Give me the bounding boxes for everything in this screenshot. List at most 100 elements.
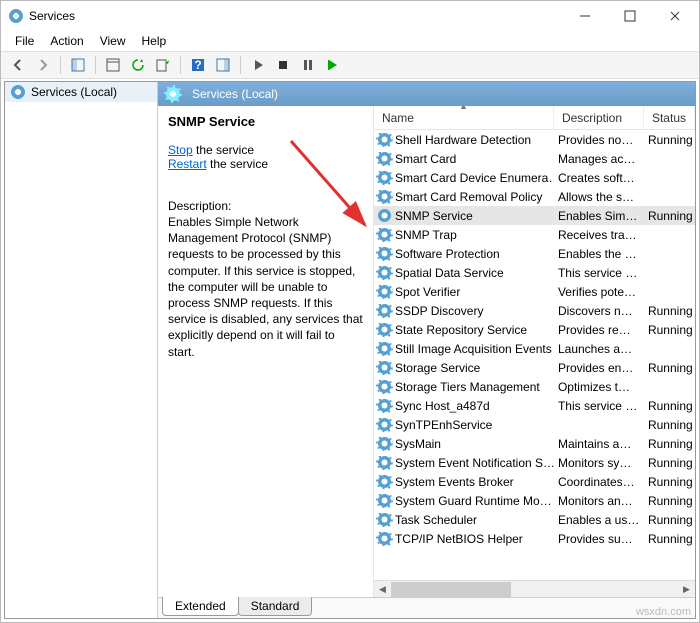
tree-item-label: Services (Local) bbox=[31, 85, 117, 99]
scroll-right-button[interactable]: ▶ bbox=[678, 581, 695, 598]
service-status: Running bbox=[644, 456, 695, 470]
gear-icon bbox=[378, 285, 391, 298]
service-name: Sync Host_a487d bbox=[395, 399, 490, 413]
gear-icon bbox=[378, 342, 391, 355]
help-button[interactable]: ? bbox=[187, 54, 209, 76]
service-name: System Events Broker bbox=[395, 475, 514, 489]
maximize-button[interactable] bbox=[607, 2, 652, 30]
services-grid: Name▲ Description Status Shell Hardware … bbox=[373, 106, 695, 597]
service-row[interactable]: Spatial Data ServiceThis service … bbox=[374, 263, 695, 282]
service-row[interactable]: Storage Tiers ManagementOptimizes t… bbox=[374, 377, 695, 396]
service-row[interactable]: Software Protection Enables the … bbox=[374, 244, 695, 263]
service-row[interactable]: Spot VerifierVerifies pote… bbox=[374, 282, 695, 301]
minimize-button[interactable] bbox=[562, 2, 607, 30]
column-header-status[interactable]: Status bbox=[644, 106, 695, 129]
service-description: Verifies pote… bbox=[554, 285, 644, 299]
service-row[interactable]: SysMainMaintains a…Running bbox=[374, 434, 695, 453]
svg-text:?: ? bbox=[194, 58, 201, 72]
service-row[interactable]: Smart Card Device Enumera…Creates soft… bbox=[374, 168, 695, 187]
restart-service-link[interactable]: Restart bbox=[168, 157, 207, 171]
details-header: Services (Local) bbox=[158, 82, 695, 106]
service-status: Running bbox=[644, 513, 695, 527]
service-row[interactable]: SSDP DiscoveryDiscovers n…Running bbox=[374, 301, 695, 320]
service-row[interactable]: Smart CardManages ac… bbox=[374, 149, 695, 168]
service-row[interactable]: System Events Broker Coordinates…Running bbox=[374, 472, 695, 491]
description-text: Enables Simple Network Management Protoc… bbox=[168, 214, 363, 360]
service-description: Optimizes t… bbox=[554, 380, 644, 394]
service-row[interactable]: Still Image Acquisition EventsLaunches a… bbox=[374, 339, 695, 358]
tab-standard[interactable]: Standard bbox=[238, 597, 313, 616]
menu-view[interactable]: View bbox=[92, 32, 134, 50]
service-name: Software Protection bbox=[395, 247, 500, 261]
back-button[interactable] bbox=[7, 54, 29, 76]
service-name: SysMain bbox=[395, 437, 441, 451]
tab-extended[interactable]: Extended bbox=[162, 597, 239, 616]
forward-button[interactable] bbox=[32, 54, 54, 76]
service-name: SynTPEnhService bbox=[395, 418, 492, 432]
pause-service-button[interactable] bbox=[297, 54, 319, 76]
properties-button[interactable] bbox=[102, 54, 124, 76]
grid-header: Name▲ Description Status bbox=[374, 106, 695, 130]
service-status: Running bbox=[644, 361, 695, 375]
gear-icon bbox=[378, 304, 391, 317]
gear-icon bbox=[378, 171, 391, 184]
service-status: Running bbox=[644, 133, 695, 147]
service-row[interactable]: Shell Hardware DetectionProvides no…Runn… bbox=[374, 130, 695, 149]
service-description: Provides en… bbox=[554, 361, 644, 375]
service-name: Smart Card Device Enumera… bbox=[395, 171, 554, 185]
service-row[interactable]: SNMP TrapReceives tra… bbox=[374, 225, 695, 244]
service-row[interactable]: TCP/IP NetBIOS HelperProvides su…Running bbox=[374, 529, 695, 548]
gear-icon bbox=[166, 87, 180, 101]
stop-service-button[interactable] bbox=[272, 54, 294, 76]
service-status: Running bbox=[644, 532, 695, 546]
service-description: Enables Sim… bbox=[554, 209, 644, 223]
export-button[interactable] bbox=[152, 54, 174, 76]
service-row[interactable]: SNMP ServiceEnables Sim…Running bbox=[374, 206, 695, 225]
stop-service-line: Stop the service bbox=[168, 143, 363, 157]
column-header-description[interactable]: Description bbox=[554, 106, 644, 129]
menubar: File Action View Help bbox=[1, 31, 699, 51]
service-name: Spatial Data Service bbox=[395, 266, 504, 280]
service-status: Running bbox=[644, 437, 695, 451]
show-hide-tree-button[interactable] bbox=[67, 54, 89, 76]
menu-file[interactable]: File bbox=[7, 32, 42, 50]
tree-item-services-local[interactable]: Services (Local) bbox=[5, 82, 157, 102]
start-service-button[interactable] bbox=[247, 54, 269, 76]
gear-icon bbox=[378, 361, 391, 374]
service-name: System Event Notification S… bbox=[395, 456, 554, 470]
service-description: Provides re… bbox=[554, 323, 644, 337]
view-tabs: Extended Standard bbox=[158, 597, 695, 618]
menu-help[interactable]: Help bbox=[134, 32, 175, 50]
close-button[interactable] bbox=[652, 2, 697, 30]
service-row[interactable]: Smart Card Removal PolicyAllows the s… bbox=[374, 187, 695, 206]
service-row[interactable]: SynTPEnhService Running bbox=[374, 415, 695, 434]
gear-icon bbox=[378, 437, 391, 450]
service-description: Enables the … bbox=[554, 247, 644, 261]
sort-ascending-icon: ▲ bbox=[459, 106, 468, 111]
service-row[interactable]: Task SchedulerEnables a us…Running bbox=[374, 510, 695, 529]
horizontal-scrollbar[interactable]: ◀ ▶ bbox=[374, 580, 695, 597]
service-row[interactable]: System Event Notification S…Monitors sy…… bbox=[374, 453, 695, 472]
service-row[interactable]: Sync Host_a487dThis service …Running bbox=[374, 396, 695, 415]
service-row[interactable]: State Repository ServiceProvides re…Runn… bbox=[374, 320, 695, 339]
refresh-button[interactable] bbox=[127, 54, 149, 76]
service-description: Monitors sy… bbox=[554, 456, 644, 470]
column-header-name[interactable]: Name▲ bbox=[374, 106, 554, 129]
service-name: Task Scheduler bbox=[395, 513, 477, 527]
gear-icon bbox=[11, 85, 25, 99]
restart-service-button[interactable] bbox=[322, 54, 344, 76]
menu-action[interactable]: Action bbox=[42, 32, 91, 50]
stop-service-link[interactable]: Stop bbox=[168, 143, 193, 157]
service-status: Running bbox=[644, 475, 695, 489]
gear-icon bbox=[378, 418, 391, 431]
scroll-left-button[interactable]: ◀ bbox=[374, 581, 391, 598]
action-pane-button[interactable] bbox=[212, 54, 234, 76]
service-description: Coordinates… bbox=[554, 475, 644, 489]
scroll-thumb[interactable] bbox=[391, 582, 511, 597]
service-description: Allows the s… bbox=[554, 190, 644, 204]
scroll-track[interactable] bbox=[391, 581, 678, 597]
service-row[interactable]: Storage ServiceProvides en…Running bbox=[374, 358, 695, 377]
service-row[interactable]: System Guard Runtime Mo…Monitors an…Runn… bbox=[374, 491, 695, 510]
service-name: Still Image Acquisition Events bbox=[395, 342, 552, 356]
service-status: Running bbox=[644, 418, 695, 432]
